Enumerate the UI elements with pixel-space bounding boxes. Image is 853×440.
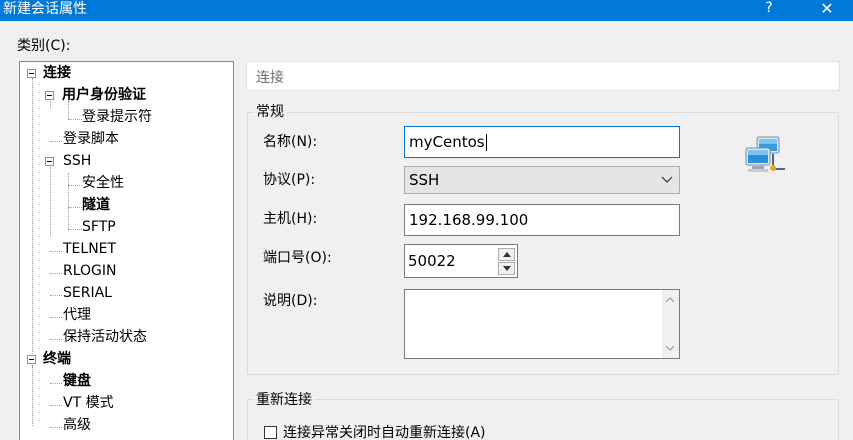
host-field[interactable]: 192.168.99.100 [404,204,680,236]
name-value: myCentos [409,133,485,151]
category-tree[interactable]: 连接 用户身份验证 登录提示符 登录脚本 SSH 安全性 隧道 SFTP TEL… [19,61,234,440]
protocol-select[interactable]: SSH [404,166,680,194]
tree-item-ssh[interactable]: SSH [63,150,91,172]
tree-item-advanced[interactable]: 高级 [63,414,91,436]
scroll-up-icon [666,297,674,302]
text-caret [485,134,487,151]
section-header: 连接 [246,61,840,91]
name-field[interactable]: myCentos [404,126,680,158]
title-bar: 新建会话属性 ? ✕ [0,0,853,21]
section-header-label: 连接 [256,70,284,86]
description-scrollbar[interactable] [662,290,679,358]
tree-item-terminal[interactable]: 终端 [43,348,71,370]
host-label: 主机(H): [263,211,318,227]
expander-terminal[interactable] [27,355,36,364]
expander-ssh[interactable] [45,157,54,166]
help-button[interactable]: ? [762,0,776,17]
tree-item-serial[interactable]: SERIAL [63,282,112,304]
tree-item-security[interactable]: 安全性 [82,172,124,194]
host-value: 192.168.99.100 [409,211,529,229]
description-field[interactable] [404,289,680,359]
tree-item-sftp[interactable]: SFTP [82,216,116,238]
tree-item-keepalive[interactable]: 保持活动状态 [63,326,147,348]
expander-connection[interactable] [27,69,36,78]
reconnect-group-title: 重新连接 [253,391,315,409]
tree-item-telnet[interactable]: TELNET [63,238,116,260]
port-spin-up-button[interactable] [498,248,515,261]
port-spin-down-button[interactable] [498,262,515,275]
name-label: 名称(N): [263,134,318,150]
arrow-up-icon [503,252,511,257]
auto-reconnect-checkbox[interactable] [264,426,277,439]
category-label: 类别(C): [17,38,71,54]
port-value: 50022 [408,252,456,270]
chevron-down-icon [661,167,673,193]
tree-item-proxy[interactable]: 代理 [63,304,91,326]
tree-item-auth[interactable]: 用户身份验证 [62,84,146,106]
window-title: 新建会话属性 [3,1,87,17]
description-label: 说明(D): [263,293,318,309]
arrow-down-icon [503,266,511,271]
tree-item-vt-mode[interactable]: VT 模式 [63,392,114,414]
general-group-title: 常规 [253,103,287,121]
protocol-value: SSH [409,171,440,189]
auto-reconnect-label[interactable]: 连接异常关闭时自动重新连接(A) [283,424,486,440]
tree-item-keyboard[interactable]: 键盘 [63,370,91,392]
tree-item-rlogin[interactable]: RLOGIN [63,260,117,282]
network-computers-icon [745,135,789,177]
port-label: 端口号(O): [263,250,332,266]
tree-item-login-script[interactable]: 登录脚本 [63,128,119,150]
protocol-label: 协议(P): [263,172,316,188]
scroll-down-icon [666,346,674,351]
close-button[interactable]: ✕ [816,0,838,17]
tree-item-login-prompts[interactable]: 登录提示符 [82,106,152,128]
tree-item-connection[interactable]: 连接 [43,62,71,84]
tree-item-tunnel[interactable]: 隧道 [82,194,110,216]
expander-auth[interactable] [45,91,54,100]
